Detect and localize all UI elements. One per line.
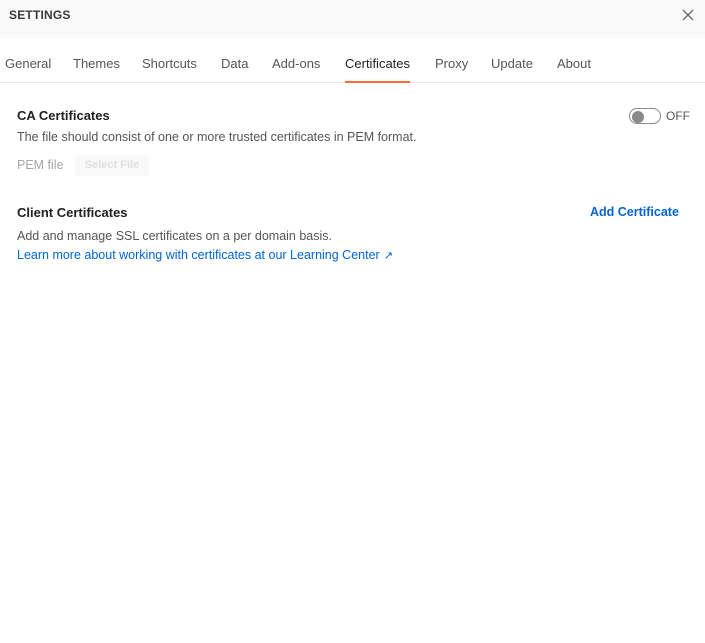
settings-tabs: General Themes Shortcuts Data Add-ons Ce…: [0, 38, 705, 83]
tab-general[interactable]: General: [5, 38, 51, 83]
title-bar: SETTINGS: [0, 0, 705, 38]
settings-window: SETTINGS General Themes Shortcuts Data A…: [0, 0, 705, 643]
tab-themes[interactable]: Themes: [73, 38, 120, 83]
external-link-arrow-icon: ↗: [383, 250, 393, 262]
tab-data[interactable]: Data: [221, 38, 248, 83]
toggle-knob: [632, 111, 644, 123]
window-title: SETTINGS: [9, 8, 71, 22]
select-file-button[interactable]: Select File: [75, 155, 149, 176]
tab-shortcuts[interactable]: Shortcuts: [142, 38, 197, 83]
ca-certificates-title: CA Certificates: [17, 108, 110, 123]
learning-center-link[interactable]: Learn more about working with certificat…: [17, 248, 393, 262]
tab-add-ons[interactable]: Add-ons: [272, 38, 320, 83]
client-certificates-description: Add and manage SSL certificates on a per…: [17, 229, 333, 243]
toggle-track: [629, 108, 661, 124]
tab-about[interactable]: About: [557, 38, 591, 83]
close-icon[interactable]: [681, 8, 695, 22]
tab-certificates[interactable]: Certificates: [345, 38, 411, 83]
toggle-state-label: OFF: [666, 109, 690, 123]
ca-certificates-description: The file should consist of one or more t…: [17, 130, 417, 144]
tab-proxy[interactable]: Proxy: [435, 38, 468, 83]
tab-update[interactable]: Update: [491, 38, 533, 83]
client-certificates-title: Client Certificates: [17, 205, 128, 220]
pem-file-label: PEM file: [17, 158, 64, 172]
add-certificate-button[interactable]: Add Certificate: [590, 205, 679, 219]
learning-center-link-text: Learn more about working with certificat…: [17, 248, 380, 262]
